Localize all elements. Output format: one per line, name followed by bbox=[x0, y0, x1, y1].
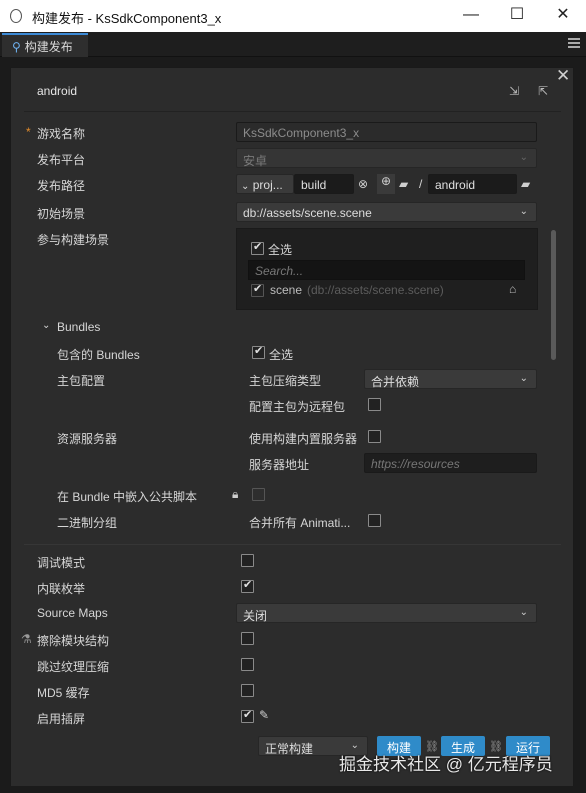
platform-value: 安卓 bbox=[243, 154, 268, 168]
tab-build-publish[interactable]: ⚲ 构建发布 bbox=[2, 33, 88, 57]
menu-icon[interactable] bbox=[568, 36, 580, 50]
builtin-server-label: 使用构建内置服务器 bbox=[249, 432, 358, 446]
compress-type-label: 主包压缩类型 bbox=[249, 374, 322, 388]
scenes-label: 参与构建场景 bbox=[37, 233, 110, 247]
edit-icon[interactable]: ✎ bbox=[259, 708, 269, 722]
export-icon[interactable]: ⇱ bbox=[538, 84, 548, 98]
import-icon[interactable]: ⇲ bbox=[509, 84, 519, 98]
maximize-button[interactable]: ☐ bbox=[494, 0, 540, 32]
minimize-button[interactable]: — bbox=[448, 0, 494, 32]
include-all-bundles-label: 全选 bbox=[269, 348, 294, 362]
skip-texture-label: 跳过纹理压缩 bbox=[37, 660, 110, 674]
close-window-button[interactable]: ✕ bbox=[540, 0, 586, 32]
splash-label: 启用插屏 bbox=[37, 712, 86, 726]
builtin-server-checkbox[interactable] bbox=[368, 430, 381, 443]
scene-search-input[interactable]: Search... bbox=[248, 260, 525, 280]
included-bundles-label: 包含的 Bundles bbox=[57, 348, 140, 362]
header-divider bbox=[24, 111, 561, 112]
embed-scripts-checkbox[interactable] bbox=[252, 488, 265, 501]
source-maps-label: Source Maps bbox=[37, 606, 108, 620]
build-mode-value: 正常构建 bbox=[265, 742, 314, 756]
clear-icon[interactable]: ⊗ bbox=[358, 177, 368, 191]
remote-main-checkbox[interactable] bbox=[368, 398, 381, 411]
build-publish-icon: ⚲ bbox=[12, 40, 21, 54]
md5-cache-label: MD5 缓存 bbox=[37, 686, 90, 700]
build-folder-input[interactable]: build bbox=[294, 174, 354, 194]
start-scene-value: db://assets/scene.scene bbox=[243, 206, 372, 220]
tab-strip: ⚲ 构建发布 bbox=[0, 32, 586, 57]
bundles-section-title[interactable]: Bundles bbox=[57, 320, 100, 334]
chevron-down-icon[interactable]: ⌄ bbox=[42, 320, 50, 331]
output-subfolder-input[interactable]: android bbox=[428, 174, 517, 194]
chevron-down-icon: ⌄ bbox=[519, 607, 528, 618]
merge-animation-label: 合并所有 Animati... bbox=[249, 516, 351, 530]
home-icon[interactable]: ⌂ bbox=[509, 282, 516, 296]
resource-server-label: 资源服务器 bbox=[57, 432, 118, 446]
search-path-icon[interactable]: ⊕ bbox=[377, 174, 395, 194]
compress-type-select[interactable]: 合并依赖 ⌄ bbox=[364, 369, 537, 389]
game-name-label: 游戏名称 bbox=[37, 127, 86, 141]
remote-main-label: 配置主包为远程包 bbox=[249, 400, 346, 414]
source-maps-value: 关闭 bbox=[243, 609, 268, 623]
platform-title: android bbox=[37, 84, 78, 98]
game-name-input[interactable]: KsSdkComponent3_x bbox=[236, 122, 537, 142]
scrollbar[interactable] bbox=[551, 230, 556, 360]
chevron-down-icon: ⌄ bbox=[519, 206, 528, 217]
inline-enum-label: 内联枚举 bbox=[37, 582, 86, 596]
merge-animation-checkbox[interactable] bbox=[368, 514, 381, 527]
chevron-down-icon: ⌄ bbox=[519, 373, 528, 384]
start-scene-select[interactable]: db://assets/scene.scene ⌄ bbox=[236, 202, 537, 222]
section-divider bbox=[24, 544, 561, 545]
binary-group-label: 二进制分组 bbox=[57, 516, 118, 530]
scene-item-name: scene bbox=[270, 283, 303, 297]
debug-mode-checkbox[interactable] bbox=[241, 554, 254, 567]
erase-modules-label: 擦除模块结构 bbox=[37, 634, 110, 648]
flask-icon: ⚗ bbox=[21, 632, 32, 646]
server-address-input[interactable]: https://resources bbox=[364, 453, 537, 473]
scene-item-checkbox[interactable] bbox=[251, 282, 264, 297]
start-scene-label: 初始场景 bbox=[37, 207, 86, 221]
chevron-down-icon: ⌄ bbox=[241, 181, 250, 192]
folder-open-icon[interactable]: ▰ bbox=[399, 177, 408, 191]
path-prefix-value: proj... bbox=[252, 178, 283, 192]
select-all-scenes-checkbox[interactable] bbox=[251, 240, 264, 255]
folder-open-icon[interactable]: ▰ bbox=[521, 177, 530, 191]
tab-label: 构建发布 bbox=[24, 40, 73, 54]
server-address-label: 服务器地址 bbox=[249, 458, 310, 472]
title-bar: 构建发布 - KsSdkComponent3_x — ☐ ✕ bbox=[0, 0, 586, 32]
skip-texture-checkbox[interactable] bbox=[241, 658, 254, 671]
watermark: 掘金技术社区 @ 亿元程序员 bbox=[339, 755, 553, 774]
platform-select[interactable]: 安卓 ⌄ bbox=[236, 148, 537, 168]
splash-checkbox[interactable] bbox=[241, 708, 254, 723]
inline-enum-checkbox[interactable] bbox=[241, 578, 254, 593]
app-logo-icon bbox=[10, 9, 22, 23]
debug-mode-label: 调试模式 bbox=[37, 556, 86, 570]
chevron-down-icon: ⌄ bbox=[519, 152, 528, 163]
lock-icon: 🔒︎ bbox=[232, 487, 239, 501]
platform-label: 发布平台 bbox=[37, 153, 86, 167]
main-config-label: 主包配置 bbox=[57, 374, 106, 388]
include-all-bundles-checkbox[interactable] bbox=[252, 344, 265, 359]
build-path-label: 发布路径 bbox=[37, 179, 86, 193]
required-mark: * bbox=[26, 125, 31, 139]
bottom-strip bbox=[0, 786, 586, 793]
scene-item-path: (db://assets/scene.scene) bbox=[307, 283, 444, 297]
window-title: 构建发布 - KsSdkComponent3_x bbox=[32, 11, 222, 26]
compress-type-value: 合并依赖 bbox=[371, 375, 420, 389]
embed-scripts-label: 在 Bundle 中嵌入公共脚本 bbox=[57, 490, 198, 504]
source-maps-select[interactable]: 关闭 ⌄ bbox=[236, 603, 537, 623]
path-separator: / bbox=[419, 177, 423, 191]
path-prefix-select[interactable]: ⌄ proj... bbox=[236, 174, 294, 194]
md5-cache-checkbox[interactable] bbox=[241, 684, 254, 697]
select-all-scenes-label: 全选 bbox=[268, 243, 293, 257]
erase-modules-checkbox[interactable] bbox=[241, 632, 254, 645]
close-panel-icon[interactable]: ✕ bbox=[556, 66, 570, 86]
